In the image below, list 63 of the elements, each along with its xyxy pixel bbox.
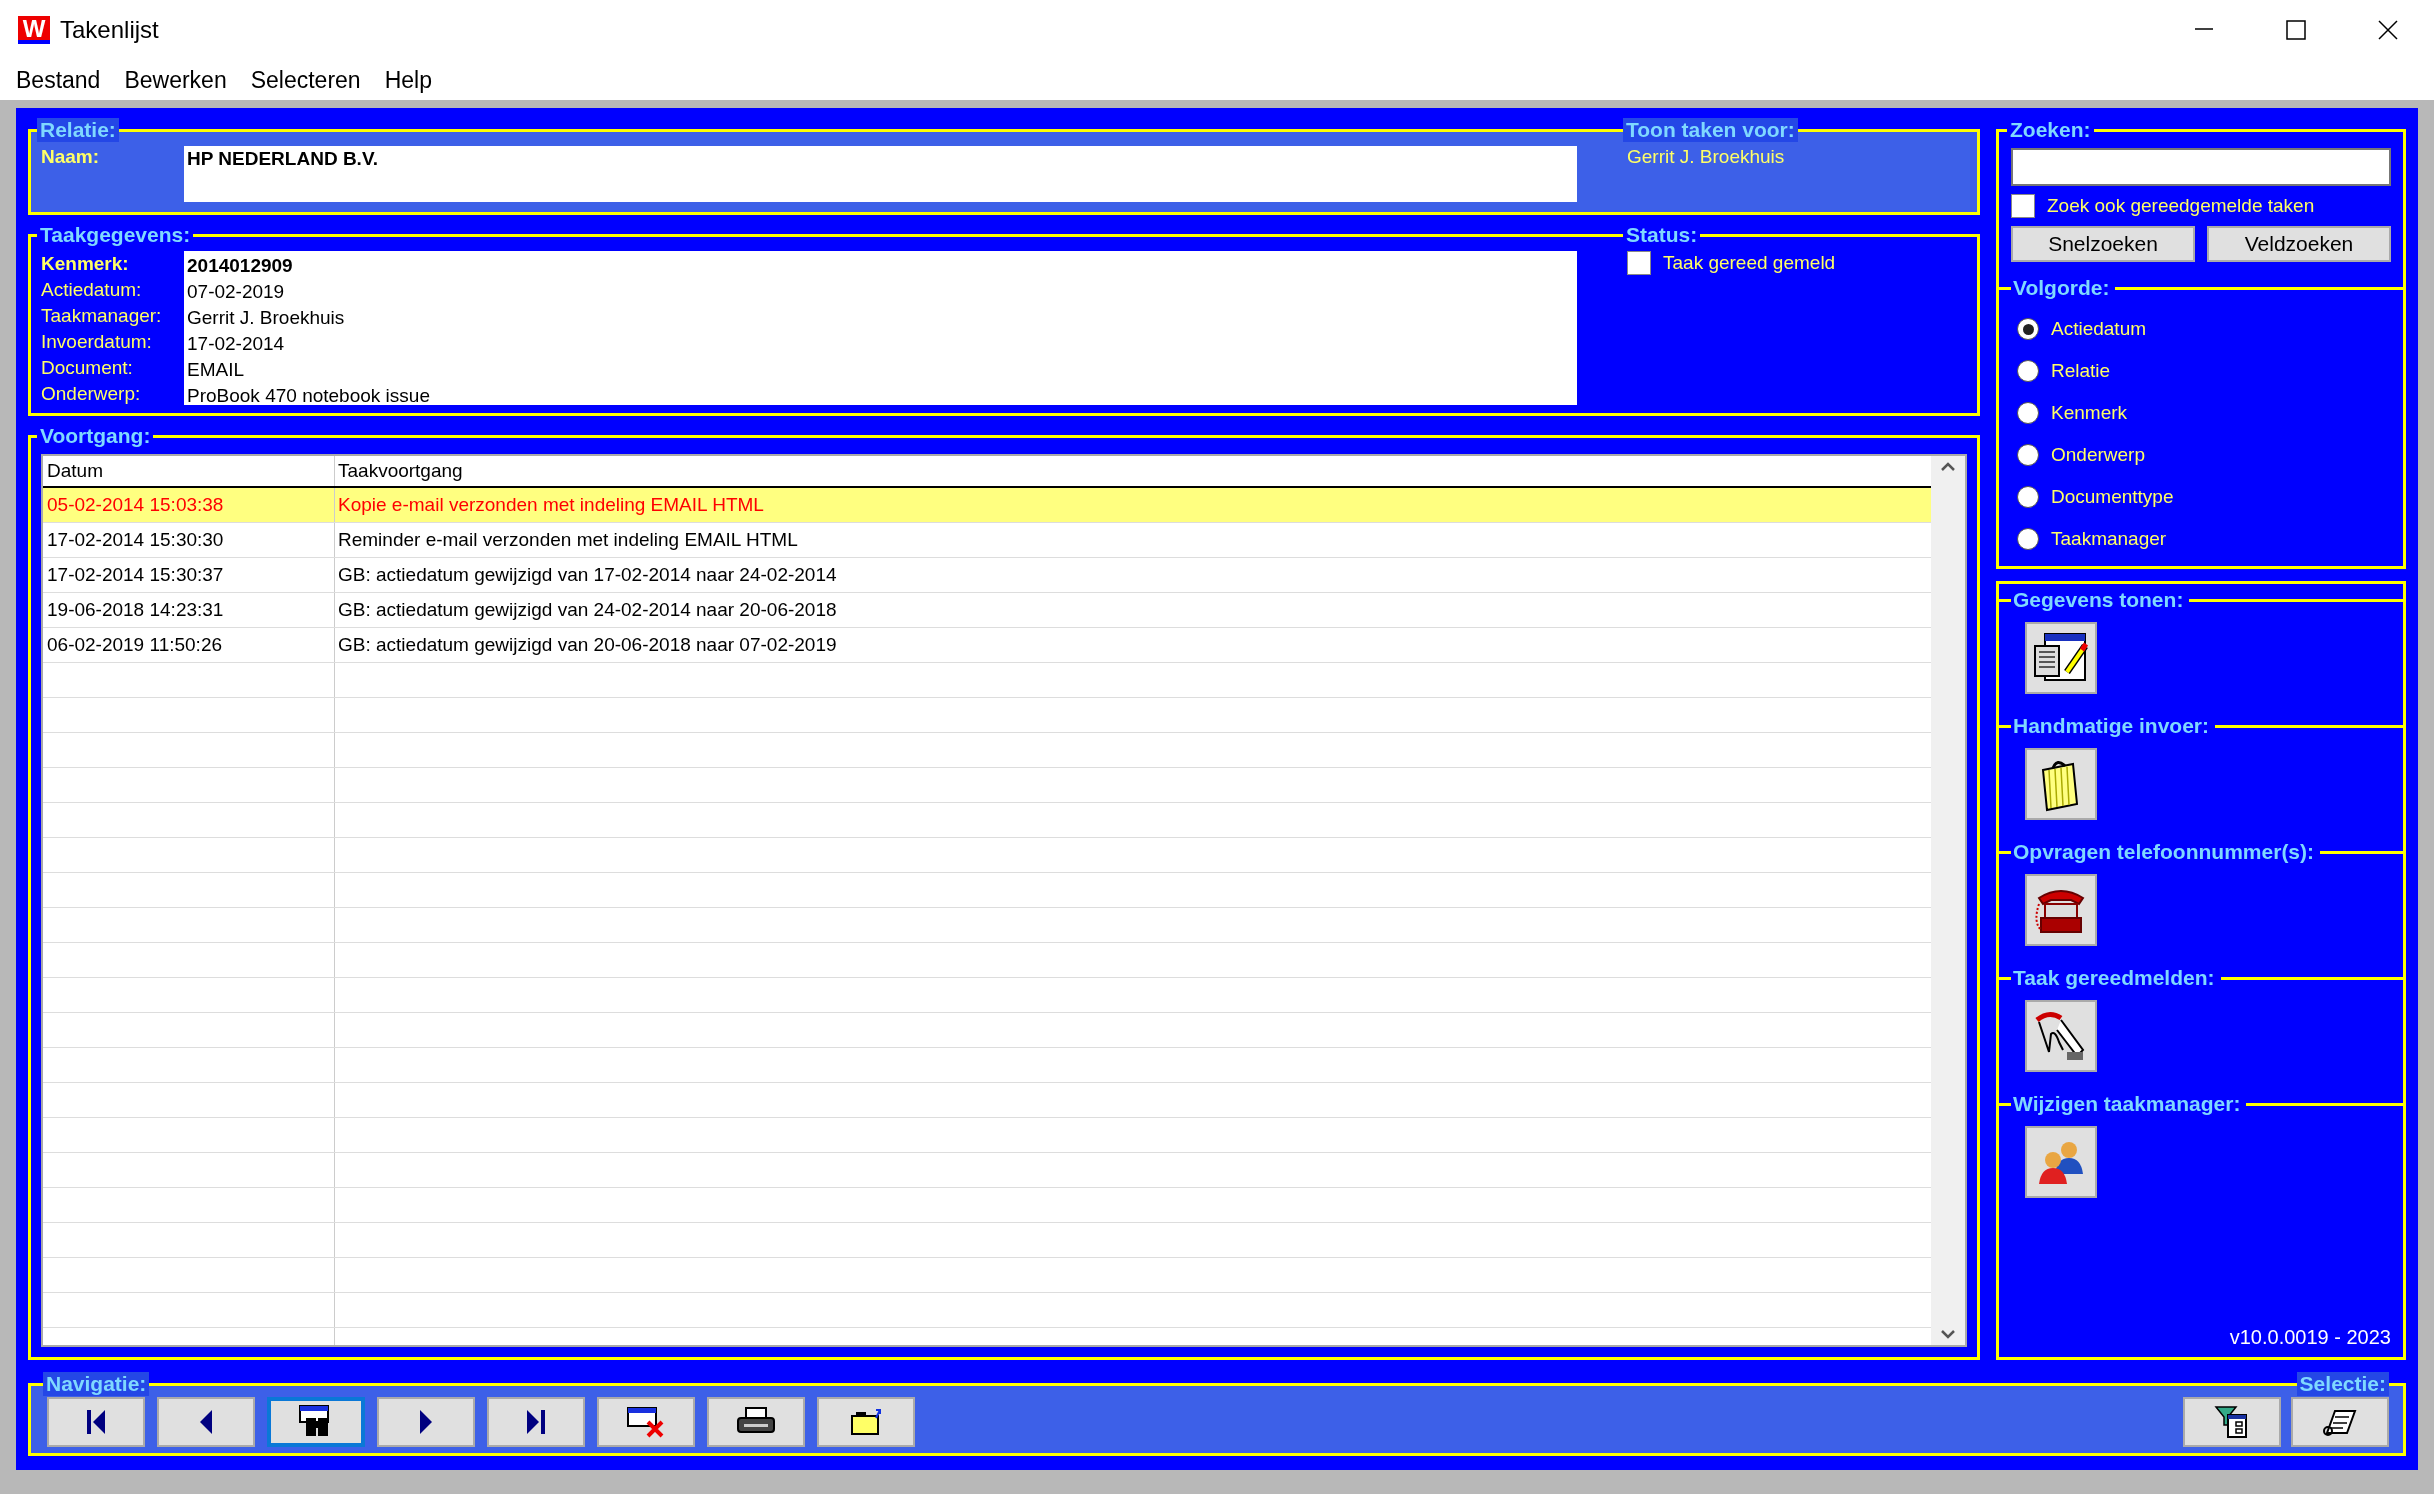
table-row[interactable]: 19-06-2018 14:23:31 GB: actiedatum gewijzigd van 24-02-2014 naar 20-06-2018 (43, 593, 1931, 628)
table-row[interactable]: 05-02-2014 15:03:38 Kopie e-mail verzonden met indeling EMAIL HTML (43, 488, 1931, 523)
table-cell: 19-06-2018 14:23:31 (47, 599, 224, 621)
group-label: Voortgang: (39, 424, 152, 448)
radio-label: Documenttype (2051, 486, 2174, 508)
radio-label: Actiedatum (2051, 318, 2147, 340)
field-value: Gerrit J. Broekhuis (187, 306, 346, 330)
table-row[interactable]: 06-02-2019 11:50:26 GB: actiedatum gewijzigd van 20-06-2018 naar 07-02-2019 (43, 628, 1931, 663)
section-label: Gegevens tonen: (2012, 588, 2185, 612)
section-label: Taak gereedmelden: (2012, 966, 2216, 990)
version-label: v10.0.0019 - 2023 (2229, 1326, 2391, 1349)
radio-label: Taakmanager (2051, 528, 2167, 550)
field-label: Actiedatum: (41, 278, 143, 302)
field-value: 07-02-2019 (187, 280, 286, 304)
field-label: Document: (41, 356, 134, 380)
assignee-name: Gerrit J. Broekhuis (1627, 146, 1786, 168)
field-label: Invoerdatum: (41, 330, 153, 354)
section-label: Opvragen telefoonnummer(s): (2012, 840, 2316, 864)
column-header: Datum (43, 456, 335, 486)
field-value: 2014012909 (187, 254, 294, 278)
field-value: EMAIL (187, 358, 246, 382)
menu-item[interactable]: Bewerken (114, 66, 241, 94)
table-row[interactable]: 17-02-2014 15:30:37 GB: actiedatum gewijzigd van 17-02-2014 naar 24-02-2014 (43, 558, 1931, 593)
checkbox-label: Taak gereed gemeld (1663, 252, 1836, 274)
table-cell: GB: actiedatum gewijzigd van 24-02-2014 naar 20-06-2018 (338, 599, 837, 621)
table-cell: Reminder e-mail verzonden met indeling EMAIL HTML (338, 529, 798, 551)
table-cell: GB: actiedatum gewijzigd van 17-02-2014 naar 24-02-2014 (338, 564, 837, 586)
search-button[interactable]: Veldzoeken (2207, 226, 2391, 262)
field-value: ProBook 470 notebook issue (187, 384, 431, 408)
field-label: Kenmerk: (41, 252, 130, 276)
table-cell: 17-02-2014 15:30:37 (47, 564, 224, 586)
field-value: 17-02-2014 (187, 332, 286, 356)
search-button[interactable]: Snelzoeken (2011, 226, 2195, 262)
group-label: Zoeken: (2009, 118, 2092, 142)
group-label: Selectie: (2296, 1372, 2389, 1396)
section-label: Volgorde: (2012, 276, 2111, 300)
table-cell: 06-02-2019 11:50:26 (47, 634, 223, 656)
menu-item[interactable]: Selecteren (240, 66, 375, 94)
group-label: Navigatie: (43, 1372, 150, 1396)
radio-label: Onderwerp (2051, 444, 2145, 466)
section-label: Wijzigen taakmanager: (2012, 1092, 2242, 1116)
section-label: Handmatige invoer: (2012, 714, 2211, 738)
column-header: Taakvoortgang (337, 459, 464, 483)
group-label: Relatie: (37, 118, 119, 142)
field-label: Taakmanager: (41, 304, 163, 328)
name-field[interactable]: HP NEDERLAND B.V. (184, 146, 1577, 202)
table-cell: 17-02-2014 15:30:30 (47, 529, 224, 551)
table-cell: 05-02-2014 15:03:38 (47, 494, 224, 516)
table-cell: GB: actiedatum gewijzigd van 20-06-2018 naar 07-02-2019 (338, 634, 837, 656)
menu-item[interactable]: Help (374, 66, 446, 94)
radio-label: Relatie (2051, 360, 2111, 382)
window-title: Takenlijst (60, 16, 159, 44)
field-label: Naam: (41, 146, 101, 168)
table-row[interactable]: 17-02-2014 15:30:30 Reminder e-mail verzonden met indeling EMAIL HTML (43, 523, 1931, 558)
group-label: Toon taken voor: (1623, 118, 1798, 142)
radio-label: Kenmerk (2051, 402, 2128, 424)
group-label: Taakgegevens: (39, 223, 192, 247)
group-label: Status: (1625, 223, 1699, 247)
field-label: Onderwerp: (41, 382, 142, 406)
table-cell: Kopie e-mail verzonden met indeling EMAIL HTML (338, 494, 764, 516)
app-logo: W (18, 16, 50, 44)
checkbox-label: Zoek ook gereedgemelde taken (2047, 195, 2315, 217)
menu-item[interactable]: Bestand (6, 66, 115, 94)
